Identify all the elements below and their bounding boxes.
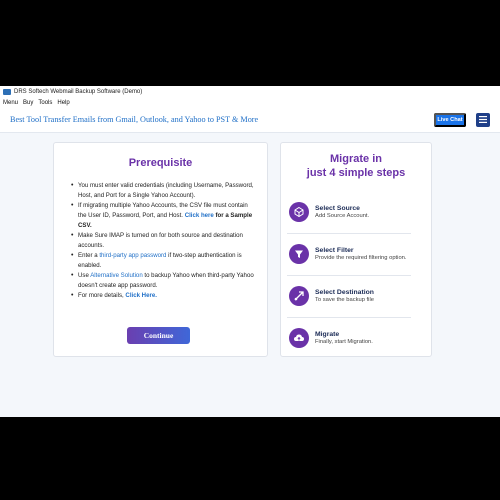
prerequisite-list: You must enter valid credentials (includ… xyxy=(54,181,267,301)
app-header: Best Tool Transfer Emails from Gmail, Ou… xyxy=(0,107,500,133)
step-desc: To save the backup file xyxy=(315,297,374,304)
prerequisite-title: Prerequisite xyxy=(128,157,193,169)
migrate-title-line1: Migrate in xyxy=(330,153,382,165)
migrate-title: Migrate in just 4 simple steps xyxy=(281,152,431,180)
list-item: You must enter valid credentials (includ… xyxy=(71,181,255,201)
header-title: Best Tool Transfer Emails from Gmail, Ou… xyxy=(10,115,259,124)
more-details-link[interactable]: Click Here. xyxy=(125,292,157,299)
step-desc: Finally, start Migration. xyxy=(315,339,373,346)
live-chat-button[interactable]: Live Chat xyxy=(434,112,466,127)
menu-item-help[interactable]: Help xyxy=(57,100,69,106)
list-item: Make Sure IMAP is turned on for both sou… xyxy=(71,231,255,251)
step-migrate: Migrate Finally, start Migration. xyxy=(289,326,429,350)
list-item: Use Alternative Solution to backup Yahoo… xyxy=(71,271,255,291)
menu-item-buy[interactable]: Buy xyxy=(23,100,33,106)
step-select-filter: Select Filter Provide the required filte… xyxy=(289,242,429,266)
list-item-text: Use xyxy=(78,272,91,280)
list-item-text: You must enter valid credentials (includ… xyxy=(78,182,254,199)
step-title: Select Filter xyxy=(315,246,354,254)
alternative-solution-link[interactable]: Alternative Solution xyxy=(90,272,143,279)
list-item-text: Make Sure IMAP is turned on for both sou… xyxy=(78,231,243,249)
list-item-text: Enter a xyxy=(78,252,100,260)
step-select-destination: Select Destination To save the backup fi… xyxy=(289,284,429,308)
hamburger-menu-button[interactable] xyxy=(476,112,490,127)
destination-icon xyxy=(289,286,309,306)
list-item: If migrating multiple Yahoo Accounts, th… xyxy=(71,201,255,230)
step-desc: Provide the required filtering option. xyxy=(315,255,407,262)
source-icon xyxy=(289,202,309,222)
menu-item-tools[interactable]: Tools xyxy=(38,100,52,106)
window-title: DRS Softech Webmail Backup Software (Dem… xyxy=(14,89,143,95)
filter-icon xyxy=(289,244,309,264)
divider xyxy=(287,233,411,234)
list-item-text: For more details, xyxy=(78,292,126,300)
divider xyxy=(287,317,411,318)
hamburger-icon xyxy=(479,116,487,123)
sample-csv-link[interactable]: Click here xyxy=(185,212,214,219)
step-desc: Add Source Account. xyxy=(315,213,370,220)
menu-item-menu[interactable]: Menu xyxy=(3,100,18,106)
title-bar: DRS Softech Webmail Backup Software (Dem… xyxy=(0,86,500,98)
menu-bar: Menu Buy Tools Help xyxy=(0,98,500,107)
app-window: DRS Softech Webmail Backup Software (Dem… xyxy=(0,86,500,417)
step-title: Migrate xyxy=(315,330,340,338)
step-select-source: Select Source Add Source Account. xyxy=(289,200,429,224)
step-title: Select Source xyxy=(315,204,360,212)
app-icon xyxy=(3,89,11,95)
cloud-upload-icon xyxy=(289,328,309,348)
migrate-steps-card: Migrate in just 4 simple steps Select So… xyxy=(280,142,432,357)
app-password-link[interactable]: third-party app password xyxy=(99,252,166,259)
continue-button[interactable]: Continue xyxy=(127,327,190,344)
divider xyxy=(287,275,411,276)
list-item: Enter a third-party app password if two-… xyxy=(71,251,255,271)
step-title: Select Destination xyxy=(315,288,374,296)
list-item: For more details, Click Here. xyxy=(71,291,255,301)
migrate-title-line2: just 4 simple steps xyxy=(306,167,406,179)
prerequisite-card: Prerequisite You must enter valid creden… xyxy=(53,142,268,357)
